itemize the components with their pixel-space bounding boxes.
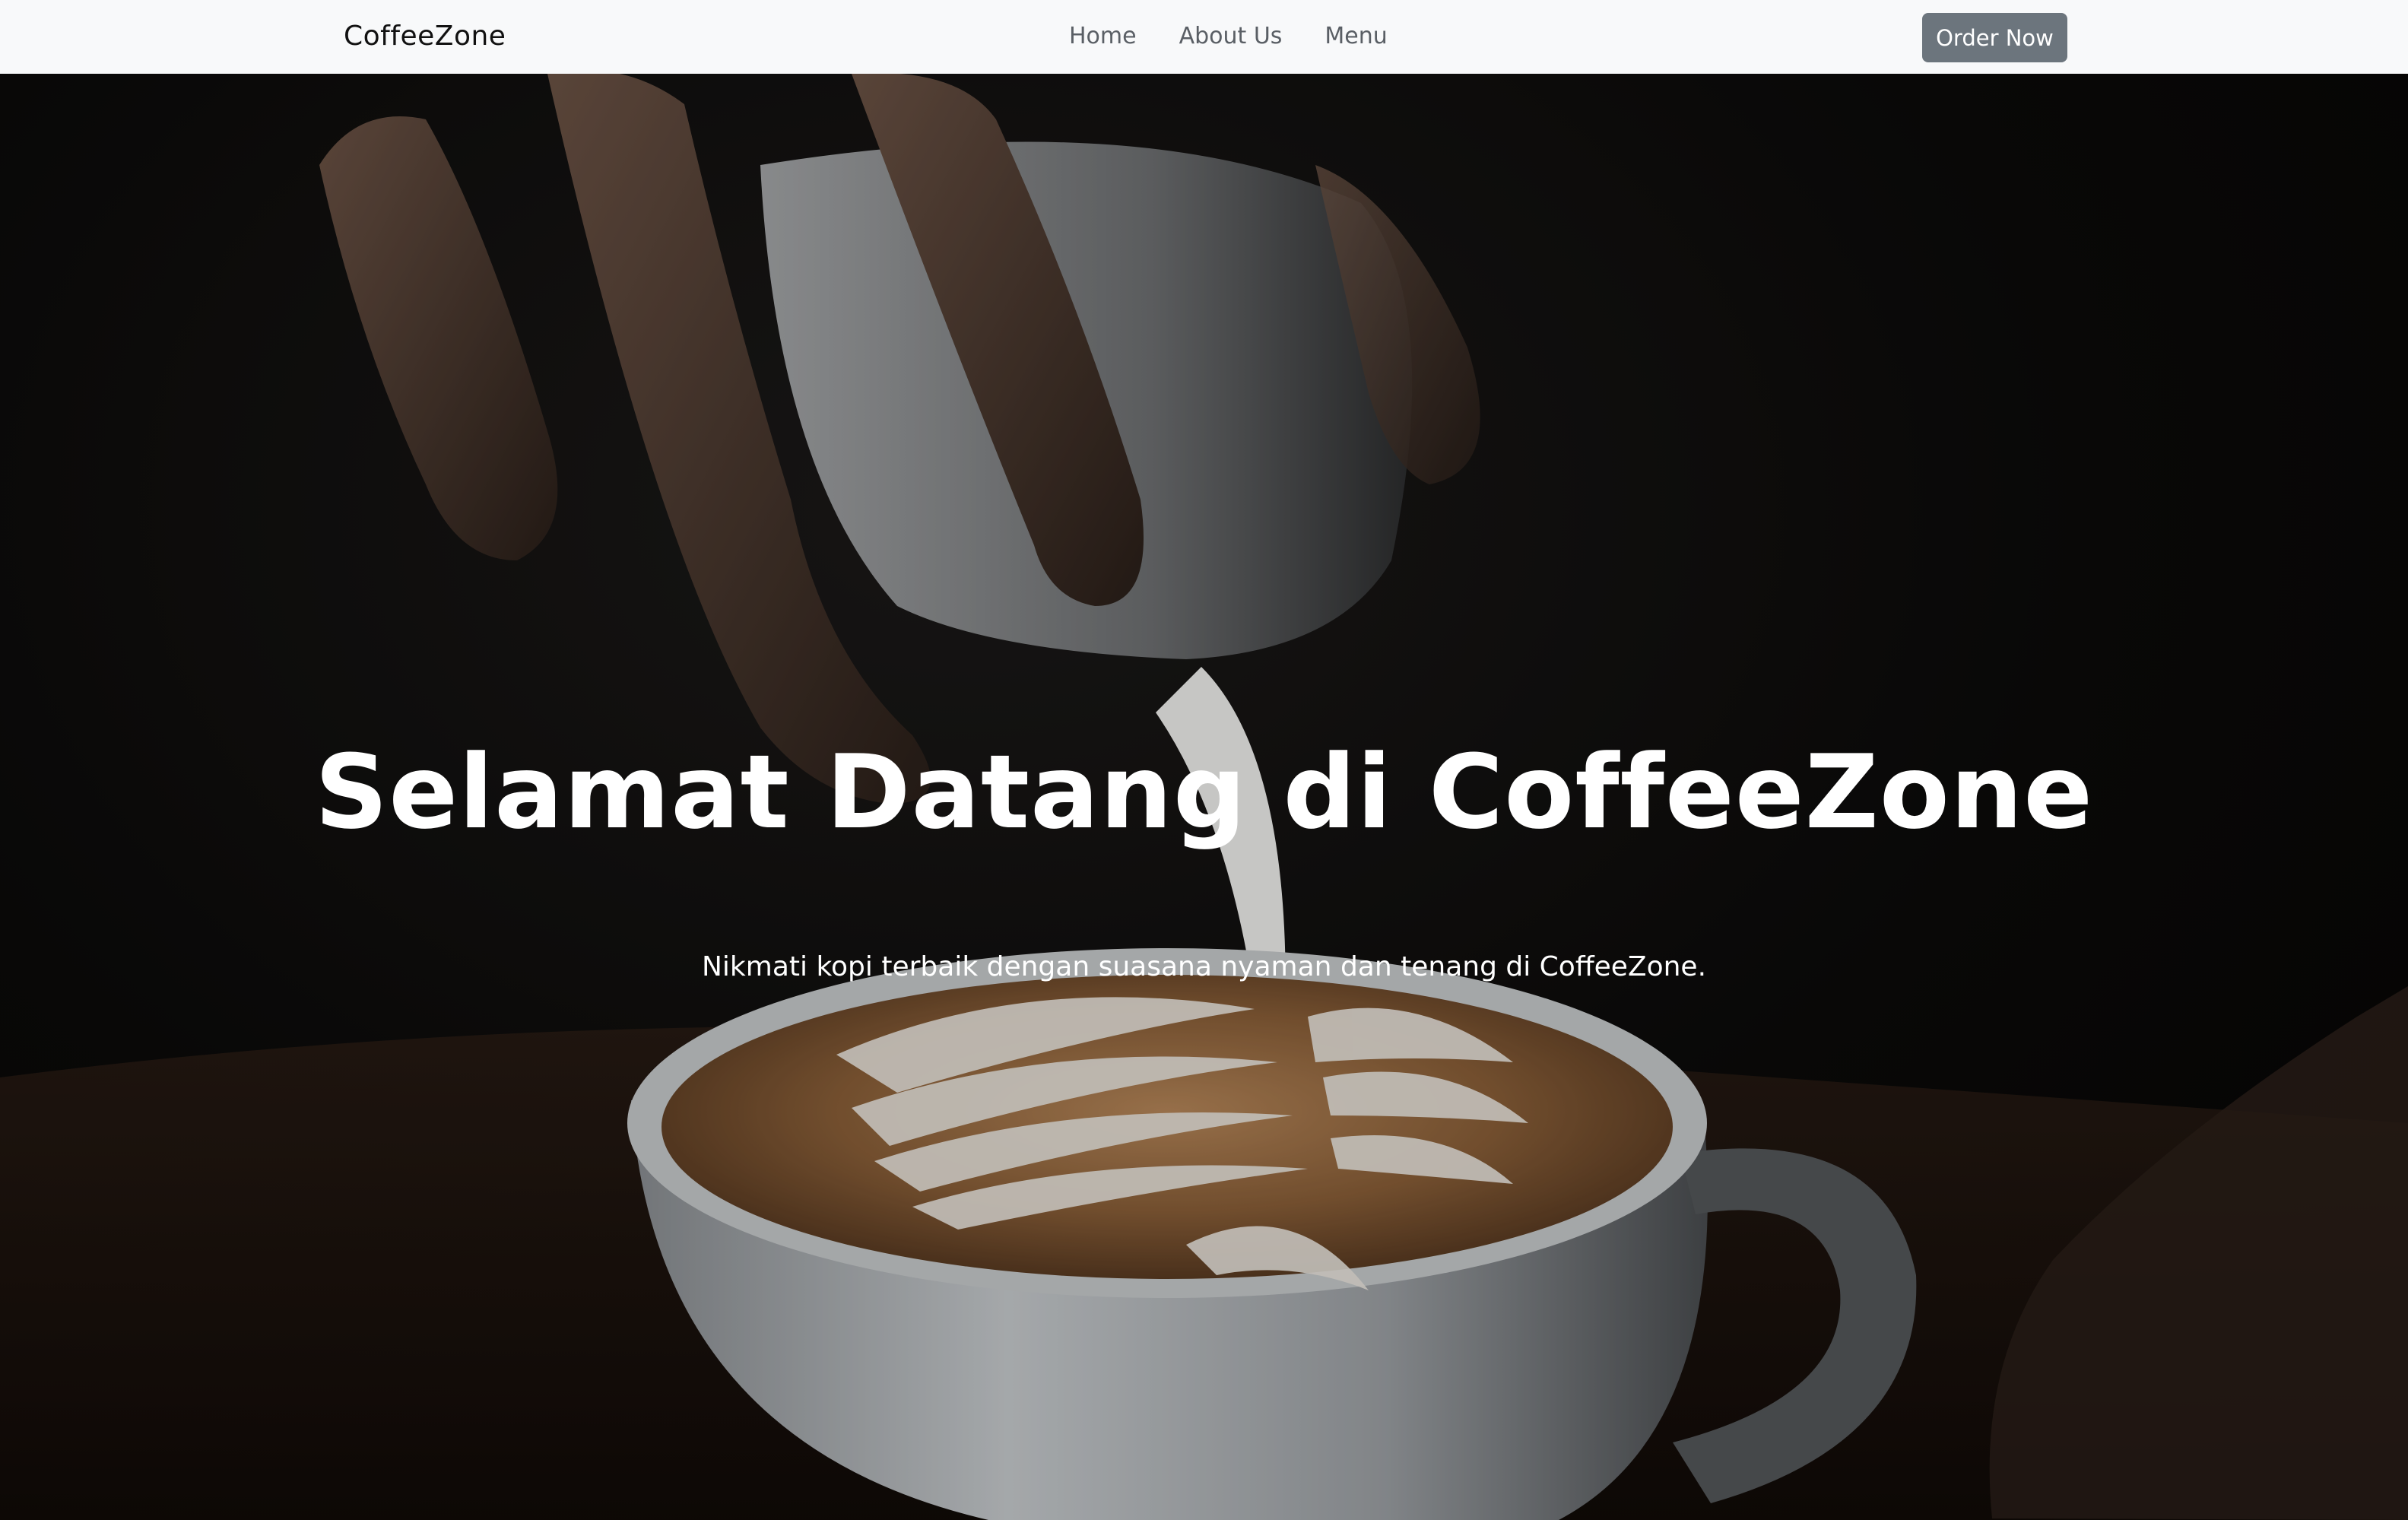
nav-links: Home About Us Menu xyxy=(1057,20,1409,53)
order-now-button[interactable]: Order Now xyxy=(1922,13,2067,62)
hero-subtitle: Nikmati kopi terbaik dengan suasana nyam… xyxy=(701,951,1707,982)
hero-title: Selamat Datang di CoffeeZone xyxy=(314,733,2094,852)
navbar: CoffeeZone Home About Us Menu Order Now xyxy=(0,0,2408,74)
nav-link-about-us[interactable]: About Us xyxy=(1158,20,1304,53)
nav-link-home[interactable]: Home xyxy=(1057,20,1158,53)
hero-section: Selamat Datang di CoffeeZone Nikmati kop… xyxy=(0,74,2408,1520)
brand-logo-link[interactable]: CoffeeZone xyxy=(344,17,506,56)
nav-link-menu[interactable]: Menu xyxy=(1303,20,1408,53)
